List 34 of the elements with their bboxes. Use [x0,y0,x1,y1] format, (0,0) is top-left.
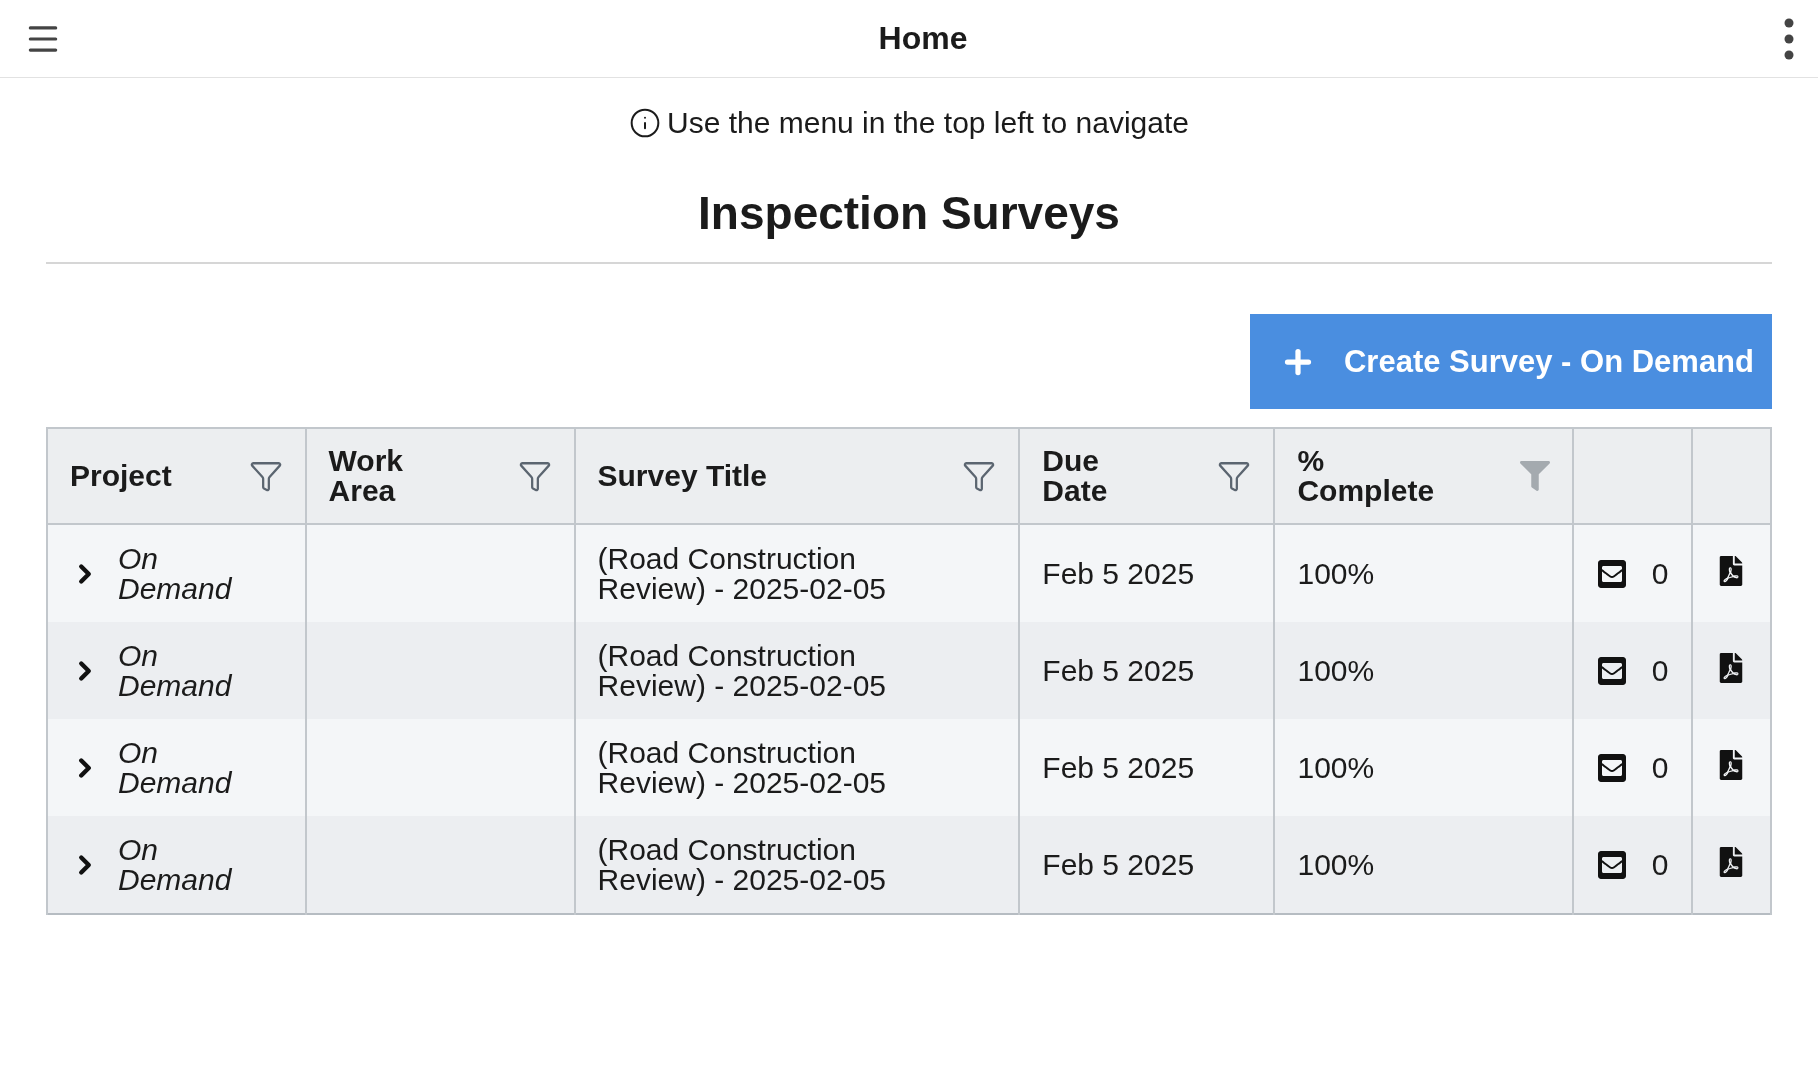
column-header: Project [47,428,306,524]
filter-icon[interactable] [1217,459,1252,493]
project-cell: On Demand [118,834,232,895]
message-count: 0 [1651,558,1669,589]
filter-icon[interactable] [248,459,283,493]
survey-title-cell-text: (Road Construction Review) - 2025-02-05 [597,543,887,604]
info-icon [629,107,661,139]
envelope-icon[interactable] [1595,654,1628,687]
more-options-button[interactable] [1784,17,1794,60]
kebab-icon [1784,17,1794,60]
column-header: Survey Title [574,428,1020,524]
column-header: Due Date [1019,428,1275,524]
section-heading: Inspection Surveys [697,186,1121,240]
column-header: % Complete [1274,428,1573,524]
project-cell: On Demand [118,640,232,701]
envelope-icon[interactable] [1595,848,1628,881]
project-cell: On Demand [118,737,232,798]
navigation-hint: Use the menu in the top left to navigate [667,106,1189,140]
envelope-icon[interactable] [1595,557,1628,590]
survey-title-cell-text: (Road Construction Review) - 2025-02-05 [597,834,887,895]
message-count: 0 [1651,752,1669,783]
message-count: 0 [1651,849,1669,880]
column-header: Work Area [305,428,575,524]
filter-icon[interactable] [962,459,997,493]
page-title: Home [878,20,968,57]
survey-title-cell-text: (Road Construction Review) - 2025-02-05 [597,737,887,798]
envelope-icon[interactable] [1595,751,1628,784]
due-date-cell: Feb 5 2025 [1019,816,1275,914]
project-cell: On Demand [118,543,232,604]
filter-icon[interactable] [517,459,552,493]
survey-title-cell-text: (Road Construction Review) - 2025-02-05 [597,640,887,701]
create-survey-button[interactable]: Create Survey - On Demand [1249,314,1772,409]
message-count: 0 [1651,655,1669,686]
percent-complete-cell: 100% [1274,816,1573,914]
